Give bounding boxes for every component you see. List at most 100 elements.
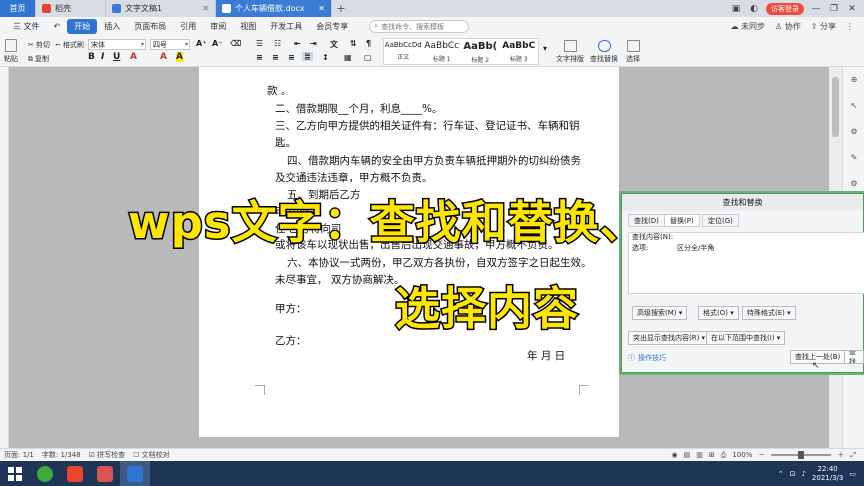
close-icon[interactable]: ✕ bbox=[196, 4, 209, 13]
align-center-icon[interactable]: ≡ bbox=[272, 53, 279, 62]
underline-button[interactable]: U bbox=[113, 52, 120, 62]
tab-doc2[interactable]: 个人车辆借款.docx ✕ bbox=[216, 0, 332, 17]
copy-button[interactable]: ⧉ 复制 bbox=[28, 54, 49, 64]
scrollbar-thumb[interactable] bbox=[832, 77, 839, 137]
tab-daoke[interactable]: 稻壳 bbox=[36, 0, 106, 17]
border-icon[interactable]: ▢ bbox=[364, 53, 372, 62]
command-search-input[interactable]: ⌕ 查找命令、搜索模板 bbox=[369, 20, 470, 33]
indent-icon[interactable]: ⇤ bbox=[294, 39, 301, 48]
menu-page-layout[interactable]: 页面布局 bbox=[127, 21, 173, 32]
restore-icon[interactable]: ❐ bbox=[828, 4, 840, 14]
shrink-font-icon[interactable]: A⁻ bbox=[212, 39, 222, 48]
tray-up-icon[interactable]: ⌃ bbox=[778, 470, 784, 478]
clear-format-icon[interactable]: ⌫ bbox=[230, 39, 241, 48]
tab-replace[interactable]: 替换(P) bbox=[664, 214, 700, 227]
tab-goto[interactable]: 定位(G) bbox=[702, 214, 739, 227]
zoom-level[interactable]: 100% bbox=[732, 451, 752, 459]
format-button[interactable]: 格式(O) ▾ bbox=[698, 306, 739, 320]
print-view-icon[interactable]: ⎙ bbox=[721, 451, 727, 460]
network-icon[interactable]: ⊡ bbox=[790, 470, 796, 478]
sync-status[interactable]: ☁ 未同步 bbox=[730, 21, 765, 32]
cursor-icon[interactable]: ↖ bbox=[849, 101, 859, 110]
menu-member[interactable]: 会员专享 bbox=[309, 21, 355, 32]
align-left-icon[interactable]: ≡ bbox=[256, 53, 263, 62]
tab-home[interactable]: 首页 bbox=[0, 0, 36, 17]
highlight-button[interactable]: A bbox=[176, 52, 183, 62]
format-painter-button[interactable]: ⌐ 格式刷 bbox=[55, 40, 84, 50]
zoom-in-icon[interactable]: ＋ bbox=[837, 450, 844, 460]
word-count[interactable]: 字数: 1/348 bbox=[42, 450, 81, 460]
close-window-icon[interactable]: ✕ bbox=[846, 4, 858, 14]
menu-view[interactable]: 视图 bbox=[233, 21, 263, 32]
taskbar-app-office[interactable] bbox=[60, 461, 90, 486]
login-button[interactable]: 访客登录 bbox=[766, 2, 804, 15]
align-right-icon[interactable]: ≡ bbox=[288, 53, 295, 62]
notification-icon[interactable]: ▭ bbox=[849, 470, 856, 478]
style-heading-3[interactable]: AaBbC 标题 3 bbox=[500, 39, 539, 64]
menu-review[interactable]: 审阅 bbox=[203, 21, 233, 32]
sort-icon[interactable]: ⇅ bbox=[350, 39, 357, 48]
highlight-found-button[interactable]: 突出显示查找内容(R) ▾ bbox=[628, 331, 711, 345]
share-button[interactable]: ⇪ 分享 bbox=[811, 21, 836, 32]
bold-button[interactable]: B bbox=[88, 52, 95, 62]
style-heading-1[interactable]: AaBbCc 标题 1 bbox=[423, 39, 462, 64]
italic-button[interactable]: I bbox=[101, 52, 104, 62]
collaborate-button[interactable]: ♙ 协作 bbox=[775, 21, 801, 32]
text-color-button[interactable]: A bbox=[160, 52, 167, 62]
chinese-layout-icon[interactable]: 文 bbox=[330, 39, 338, 50]
web-view-icon[interactable]: ⊞ bbox=[709, 451, 715, 459]
close-icon[interactable]: ✕ bbox=[312, 4, 325, 13]
settings-icon[interactable]: ⚙ bbox=[849, 179, 859, 188]
font-name-select[interactable]: 宋体 bbox=[88, 39, 146, 50]
outdent-icon[interactable]: ⇥ bbox=[310, 39, 317, 48]
zoom-slider-knob[interactable] bbox=[798, 451, 805, 459]
read-view-icon[interactable]: ▥ bbox=[696, 451, 703, 459]
document-page[interactable]: 款 。 二、借款期限__个月，利息____%。 三、乙方向甲方提供的相关证件有：… bbox=[199, 67, 619, 437]
taskbar-app-wps[interactable] bbox=[120, 461, 150, 486]
clock[interactable]: 22:40 2021/3/3 bbox=[812, 465, 843, 483]
taskbar-app-video[interactable] bbox=[90, 461, 120, 486]
eye-protect-icon[interactable]: ◉ bbox=[672, 451, 678, 459]
tab-doc1[interactable]: 文字文稿1 ✕ bbox=[106, 0, 216, 17]
zoom-slider[interactable] bbox=[771, 451, 832, 459]
style-gallery-more-icon[interactable]: ▾ bbox=[543, 44, 547, 53]
menu-insert[interactable]: 插入 bbox=[97, 21, 127, 32]
advanced-search-button[interactable]: 高级搜索(M) ▾ bbox=[632, 306, 688, 320]
start-button[interactable] bbox=[0, 461, 30, 486]
menu-references[interactable]: 引用 bbox=[173, 21, 203, 32]
shading-icon[interactable]: ▦ bbox=[344, 53, 352, 62]
proofread[interactable]: ☐ 文档校对 bbox=[133, 450, 170, 460]
line-spacing-icon[interactable]: ↕ bbox=[322, 53, 329, 62]
more-icon[interactable]: ⋮ bbox=[846, 22, 854, 31]
justify-icon[interactable]: ≣ bbox=[302, 52, 313, 61]
layout-icon[interactable]: ▣ bbox=[730, 4, 742, 14]
menu-developer[interactable]: 开发工具 bbox=[263, 21, 309, 32]
special-format-button[interactable]: 特殊格式(E) ▾ bbox=[742, 306, 796, 320]
cut-button[interactable]: ✂ 剪切 bbox=[28, 40, 50, 50]
pin-icon[interactable]: ⊕ bbox=[849, 75, 859, 84]
page-view-icon[interactable]: ▤ bbox=[684, 451, 691, 459]
menu-undo-icon[interactable]: ↶ bbox=[47, 22, 68, 31]
find-replace-button[interactable]: 查找替换 bbox=[585, 40, 623, 64]
grow-font-icon[interactable]: A⁺ bbox=[196, 39, 206, 48]
sliders-icon[interactable]: ⚙ bbox=[849, 127, 859, 136]
new-tab-button[interactable]: + bbox=[332, 0, 350, 17]
zoom-out-icon[interactable]: － bbox=[758, 450, 765, 460]
volume-icon[interactable]: ♪ bbox=[801, 470, 805, 478]
find-in-scope-button[interactable]: 在以下范围中查找(I) ▾ bbox=[706, 331, 786, 345]
paste-button[interactable]: 粘贴 bbox=[4, 39, 18, 64]
style-normal[interactable]: AaBbCcDd 正文 bbox=[384, 39, 423, 64]
fit-page-icon[interactable]: ⤢ bbox=[850, 451, 856, 460]
minimize-icon[interactable]: — bbox=[810, 4, 822, 14]
find-next-button[interactable]: 查找 bbox=[844, 350, 864, 364]
style-heading-2[interactable]: AaBb( 标题 2 bbox=[461, 39, 500, 64]
page-count[interactable]: 页面: 1/1 bbox=[4, 450, 34, 460]
tools-icon[interactable]: ✎ bbox=[849, 153, 859, 162]
font-size-select[interactable]: 四号 bbox=[150, 39, 190, 50]
spell-check[interactable]: ☑ 拼写检查 bbox=[89, 450, 126, 460]
font-color-button[interactable]: A bbox=[130, 52, 137, 62]
operation-tips-link[interactable]: ⓘ 操作技巧 bbox=[628, 353, 666, 363]
skin-icon[interactable]: ◐ bbox=[748, 4, 760, 14]
taskbar-app-browser[interactable] bbox=[30, 461, 60, 486]
number-list-icon[interactable]: ☷ bbox=[274, 39, 281, 48]
